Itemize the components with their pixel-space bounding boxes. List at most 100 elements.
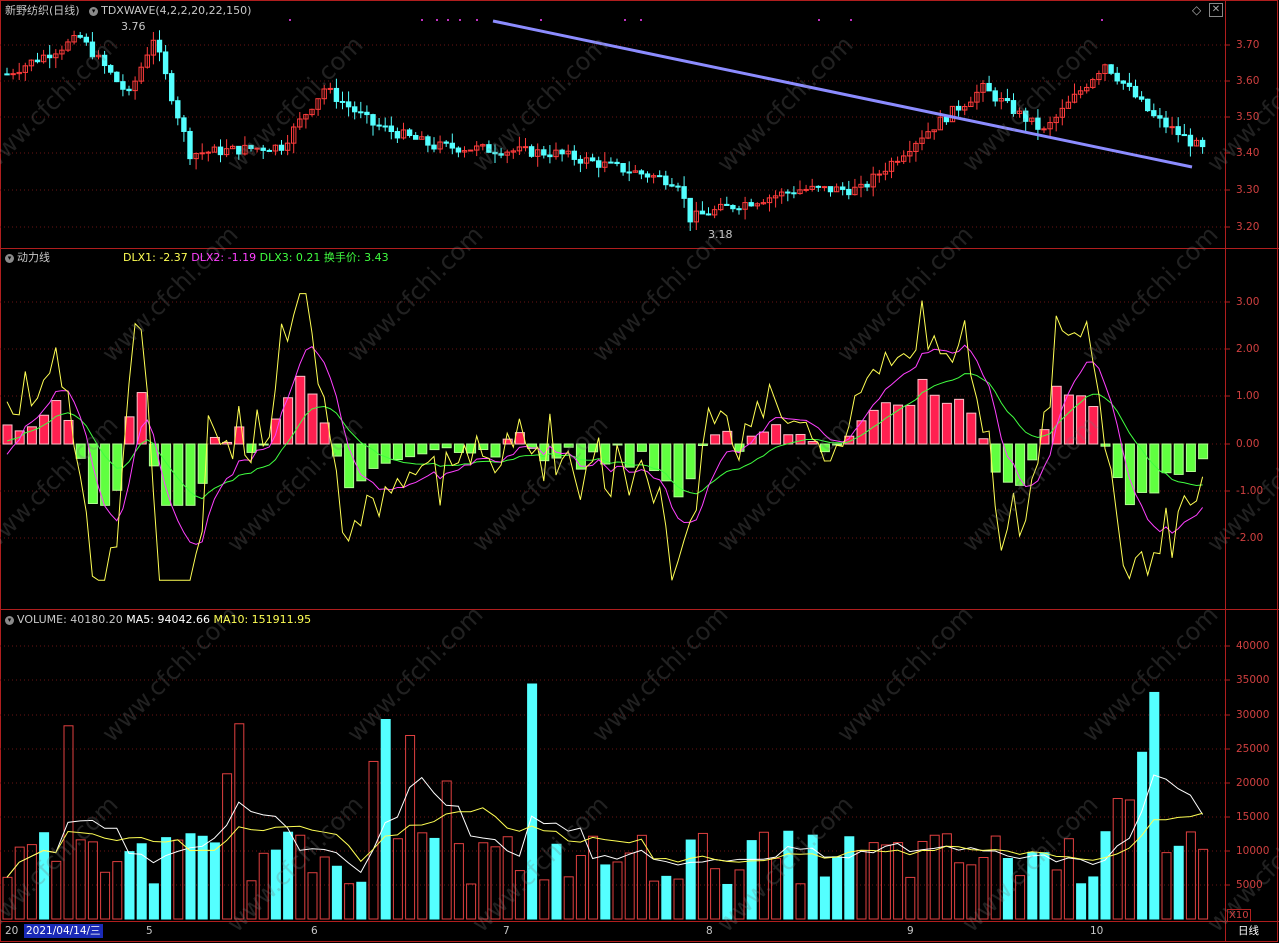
candlestick xyxy=(455,147,462,153)
month-label: 5 xyxy=(146,925,153,937)
candlestick xyxy=(730,204,736,210)
dl-histogram-bar xyxy=(966,412,977,445)
volume-bar xyxy=(1198,848,1209,920)
volume-bar xyxy=(380,718,391,920)
candlestick xyxy=(663,175,669,186)
stock-name: 新野纺织 xyxy=(5,4,49,17)
dl-histogram-bar xyxy=(429,443,440,451)
candlestick xyxy=(1035,117,1041,130)
price-axis-tick: 3.70 xyxy=(1236,39,1260,51)
dl-histogram-bar xyxy=(1161,443,1172,474)
candlestick xyxy=(589,157,596,162)
candlestick xyxy=(577,158,584,164)
volume-bar xyxy=(417,832,428,920)
volume-bar xyxy=(844,836,855,920)
window-close-icon[interactable]: ✕ xyxy=(1209,3,1223,17)
candlestick xyxy=(785,191,791,194)
period-switch-button[interactable]: 日线 xyxy=(1238,924,1259,938)
candlestick xyxy=(675,185,681,188)
volume-bar xyxy=(161,837,172,920)
date-prefix: 20 xyxy=(5,925,19,937)
candlestick xyxy=(1151,110,1157,117)
dl-axis-tick: 3.00 xyxy=(1236,296,1260,308)
dl-histogram-bar xyxy=(417,443,428,455)
candlestick xyxy=(894,160,901,163)
diamond-icon[interactable]: ◇ xyxy=(1192,3,1201,17)
candlestick xyxy=(864,183,870,188)
dl-name[interactable]: 动力线 xyxy=(17,251,50,264)
candlestick xyxy=(120,81,126,90)
dl-histogram-bar xyxy=(295,375,306,445)
candlestick xyxy=(724,203,730,206)
candlestick xyxy=(34,59,41,63)
candlestick xyxy=(199,152,205,155)
candlestick xyxy=(943,116,950,123)
dl-histogram-bar xyxy=(954,398,965,445)
volume-bar xyxy=(1185,831,1196,920)
volume-bar xyxy=(697,832,708,920)
volume-bar xyxy=(148,883,159,920)
dl-histogram-bar xyxy=(246,443,257,453)
cursor-date: 2021/04/14/三 xyxy=(24,924,103,938)
candlestick xyxy=(687,197,693,223)
month-label: 8 xyxy=(706,925,713,937)
candlestick xyxy=(1199,139,1206,148)
volume-value[interactable]: VOLUME: 40180.20 xyxy=(17,613,123,626)
month-label: 10 xyxy=(1090,925,1104,937)
dl-histogram-bar xyxy=(1124,443,1135,506)
candlestick xyxy=(425,136,431,146)
candlestick xyxy=(181,117,187,132)
dl-histogram-bar xyxy=(661,443,672,482)
signal-dot xyxy=(421,19,423,21)
candlestick xyxy=(827,186,834,193)
volume-bar xyxy=(880,844,891,920)
candlestick xyxy=(638,170,645,175)
dl-histogram-bar xyxy=(710,434,721,445)
volume-bar xyxy=(368,760,379,920)
price-axis-tick: 3.40 xyxy=(1236,147,1260,159)
candlestick xyxy=(1126,82,1133,87)
dlx2-value: DLX2: -1.19 xyxy=(191,251,257,264)
signal-dot xyxy=(476,19,478,21)
dl-histogram-bar xyxy=(490,443,501,458)
price-axis-tick: 3.50 xyxy=(1236,111,1260,123)
candlestick xyxy=(705,213,712,216)
dl-histogram-bar xyxy=(880,402,891,445)
volume-bar xyxy=(1088,876,1099,920)
month-label: 9 xyxy=(907,925,914,937)
candlestick xyxy=(169,73,175,102)
dl-histogram-bar xyxy=(112,443,123,491)
candlestick xyxy=(1187,134,1194,147)
period-label: (日线) xyxy=(49,4,80,17)
dl-histogram-bar xyxy=(685,443,696,480)
candlestick xyxy=(815,185,821,188)
price-axis-tick: 3.20 xyxy=(1236,221,1260,233)
candlestick xyxy=(821,186,828,189)
candlestick xyxy=(1145,98,1151,112)
candlestick xyxy=(339,100,346,103)
collapse-icon[interactable]: ▾ xyxy=(5,615,14,625)
candlestick xyxy=(4,73,10,76)
volume-bar xyxy=(453,843,464,920)
dl-histogram-bar xyxy=(392,443,403,461)
volume-axis-tick: 35000 xyxy=(1236,674,1270,686)
indicator-name[interactable]: TDXWAVE(4,2,2,20,22,150) xyxy=(101,4,251,17)
dl-histogram-bar xyxy=(39,414,50,445)
candlestick xyxy=(1120,80,1126,84)
signal-dot xyxy=(436,19,438,21)
collapse-icon[interactable]: ▾ xyxy=(5,253,14,263)
dl-histogram-bar xyxy=(941,402,952,445)
candlestick xyxy=(1163,117,1169,128)
candlestick xyxy=(1169,126,1175,129)
candlestick xyxy=(278,144,285,151)
candlestick xyxy=(162,51,169,75)
dl-histogram-bar xyxy=(771,424,782,445)
candlestick xyxy=(370,114,376,126)
volume-bar xyxy=(832,856,843,920)
candlestick xyxy=(394,131,401,139)
candlestick xyxy=(376,124,382,127)
dl-histogram-bar xyxy=(1137,443,1148,493)
dl-legend: DLX1: -2.37 DLX2: -1.19 DLX3: 0.21 换手价: … xyxy=(123,251,389,265)
collapse-icon[interactable]: ▾ xyxy=(89,6,99,16)
candlestick xyxy=(406,129,413,137)
